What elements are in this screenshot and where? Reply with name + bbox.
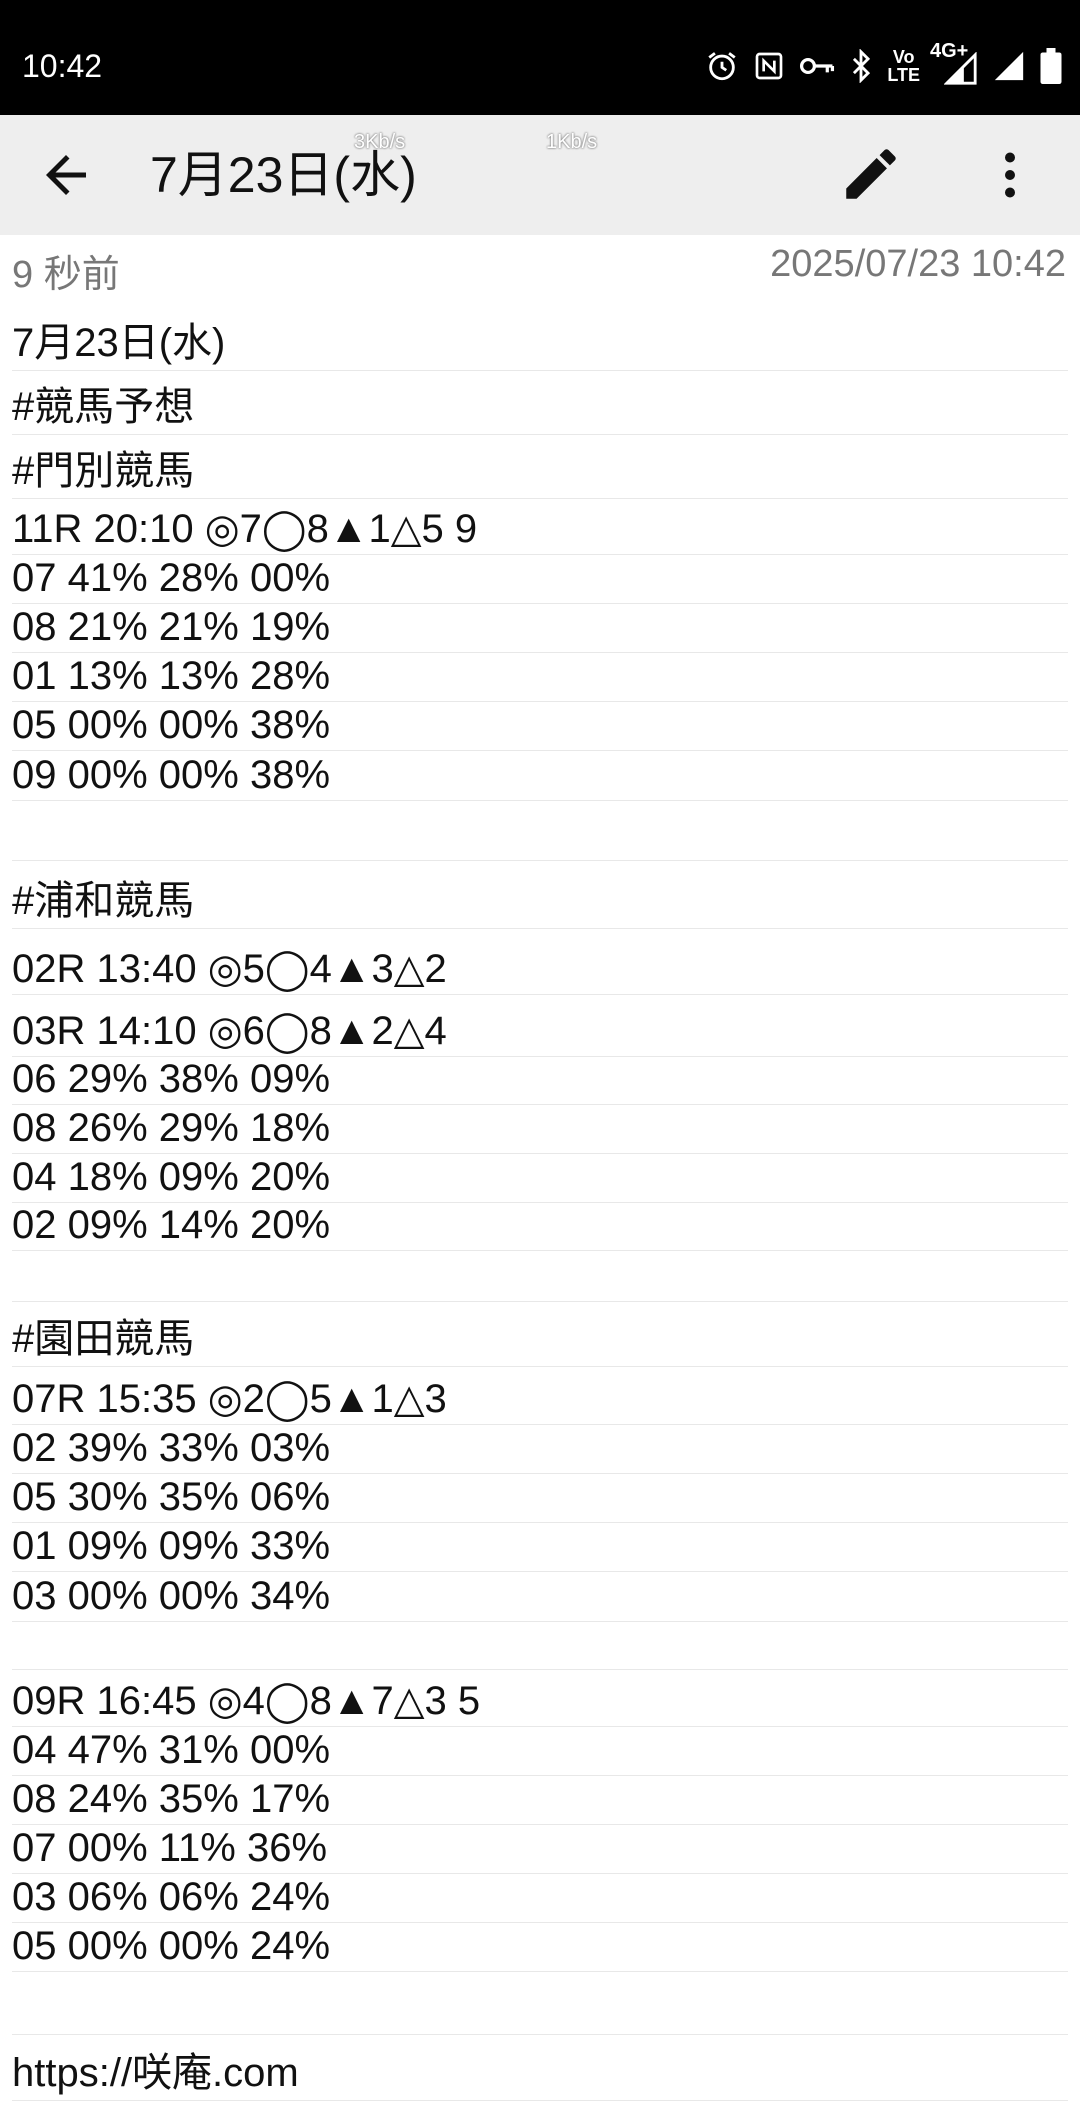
note-line: 02 09% 14% 20% xyxy=(12,1202,1068,1251)
mobile-signal: 4G+ xyxy=(930,41,978,86)
note-line: 05 30% 35% 06% xyxy=(12,1473,1068,1523)
note-line-text: 08 24% 35% 17% xyxy=(12,1777,331,1821)
note-line: 03 00% 00% 34% xyxy=(12,1571,1068,1622)
note-line-text: 01 09% 09% 33% xyxy=(12,1524,331,1568)
status-icons: Vo LTE 4G+ xyxy=(705,41,1062,88)
note-line-text: 08 26% 29% 18% xyxy=(12,1106,331,1150)
note-line: 07 00% 11% 36% xyxy=(12,1824,1068,1874)
note-line-text: 07 00% 11% 36% xyxy=(12,1826,328,1870)
note-line-text: 05 00% 00% 24% xyxy=(12,1924,331,1968)
note-line-text: #浦和競馬 xyxy=(12,879,195,923)
note-line: 03R 14:10 ◎6◯8▲2△4 xyxy=(12,994,1068,1057)
note-blank-line xyxy=(12,1971,1068,2035)
note-line: #競馬予想 xyxy=(12,370,1068,435)
note-blank-line xyxy=(12,1250,1068,1302)
volte-icon: Vo LTE xyxy=(887,48,920,84)
vpn-key-icon xyxy=(800,57,835,75)
note-blank-line xyxy=(12,800,1068,861)
note-line: 09 00% 00% 38% xyxy=(12,750,1068,801)
note-line-text: 02 09% 14% 20% xyxy=(12,1203,331,1247)
note-line: 08 26% 29% 18% xyxy=(12,1104,1068,1154)
note-line: 05 00% 00% 24% xyxy=(12,1922,1068,1972)
net-speed-indicator: 1Kb/s xyxy=(546,131,598,153)
note-line: 07R 15:35 ◎2◯5▲1△3 xyxy=(12,1366,1068,1425)
note-line-text: 09 00% 00% 38% xyxy=(12,753,331,797)
note-body[interactable]: 7月23日(水) #競馬予想 #門別競馬 11R 20:10 ◎7◯8▲1△5 9 07… xyxy=(0,300,1080,2104)
note-line-text: 03 06% 06% 24% xyxy=(12,1875,331,1919)
note-line-text: 03 00% 00% 34% xyxy=(12,1574,331,1618)
note-line: #門別競馬 xyxy=(12,434,1068,499)
note-line-text: 02 39% 33% 03% xyxy=(12,1426,331,1470)
net-speed-indicator: 3Kb/s xyxy=(354,131,406,153)
note-line: 08 24% 35% 17% xyxy=(12,1775,1068,1825)
note-line: 07 41% 28% 00% xyxy=(12,554,1068,604)
note-line-text: 09R 16:45 ◎4◯8▲7△3 5 xyxy=(12,1679,481,1723)
battery-icon xyxy=(1040,48,1062,84)
note-line-text: 11R 20:10 ◎7◯8▲1△5 9 xyxy=(12,507,478,551)
volte-label-bottom: LTE xyxy=(887,65,920,85)
note-line: 06 29% 38% 09% xyxy=(12,1056,1068,1105)
note-line-text: #競馬予想 xyxy=(12,385,195,429)
pencil-icon[interactable] xyxy=(838,141,904,207)
note-line: 02R 13:40 ◎5◯4▲3△2 xyxy=(12,928,1068,995)
timestamp: 2025/07/23 10:42 xyxy=(770,243,1066,285)
note-line-text: 03R 14:10 ◎6◯8▲2△4 xyxy=(12,1009,447,1053)
note-line: 09R 16:45 ◎4◯8▲7△3 5 xyxy=(12,1669,1068,1727)
note-line: 04 47% 31% 00% xyxy=(12,1726,1068,1776)
note-line: 04 18% 09% 20% xyxy=(12,1153,1068,1203)
bluetooth-icon xyxy=(853,49,871,83)
note-line-text: #園田競馬 xyxy=(12,1317,195,1361)
note-line-text: 07 41% 28% 00% xyxy=(12,556,331,600)
note-line: 05 00% 00% 38% xyxy=(12,701,1068,751)
note-line: https://咲庵.com xyxy=(12,2034,1068,2101)
relative-time: 9 秒前 xyxy=(12,254,120,296)
signal-icon xyxy=(994,51,1024,81)
status-bar: 10:42 Vo LTE 4G+ xyxy=(0,0,1080,115)
status-time: 10:42 xyxy=(22,48,103,84)
note-line-text: 05 00% 00% 38% xyxy=(12,703,331,747)
volte-label-top: Vo xyxy=(892,47,915,67)
signal-icon xyxy=(944,52,977,85)
app-bar: 7月23日(水) 3Kb/s 1Kb/s xyxy=(0,115,1080,235)
note-line: 11R 20:10 ◎7◯8▲1△5 9 xyxy=(12,498,1068,555)
note-line: 02 39% 33% 03% xyxy=(12,1424,1068,1474)
note-line-text: 04 47% 31% 00% xyxy=(12,1728,331,1772)
note-blank-line xyxy=(12,1621,1068,1670)
alarm-icon xyxy=(708,52,736,81)
note-line-text: 07R 15:35 ◎2◯5▲1△3 xyxy=(12,1377,447,1421)
note-line-text: 01 13% 13% 28% xyxy=(12,654,331,698)
note-line: 01 13% 13% 28% xyxy=(12,652,1068,702)
note-line-text: 04 18% 09% 20% xyxy=(12,1155,331,1199)
note-meta: 9 秒前 2025/07/23 10:42 xyxy=(0,235,1080,296)
note-line-text: 06 29% 38% 09% xyxy=(12,1057,331,1101)
note-line-text: 7月23日(水) xyxy=(12,321,226,365)
note-line-text: 08 21% 21% 19% xyxy=(12,605,331,649)
note-line-text: #門別競馬 xyxy=(12,449,195,493)
more-vert-icon[interactable] xyxy=(980,145,1040,205)
note-line-text: 02R 13:40 ◎5◯4▲3△2 xyxy=(12,947,447,991)
note-line: 03 06% 06% 24% xyxy=(12,1873,1068,1923)
note-line: 01 09% 09% 33% xyxy=(12,1522,1068,1572)
arrow-back-icon[interactable] xyxy=(36,145,96,205)
note-line: #園田競馬 xyxy=(12,1301,1068,1367)
note-line-text: 05 30% 35% 06% xyxy=(12,1475,331,1519)
note-line: 08 21% 21% 19% xyxy=(12,603,1068,653)
note-line: 7月23日(水) xyxy=(12,308,1068,371)
nfc-icon xyxy=(755,52,783,80)
note-line-text: https://咲庵.com xyxy=(12,2051,299,2095)
note-line: #浦和競馬 xyxy=(12,860,1068,929)
